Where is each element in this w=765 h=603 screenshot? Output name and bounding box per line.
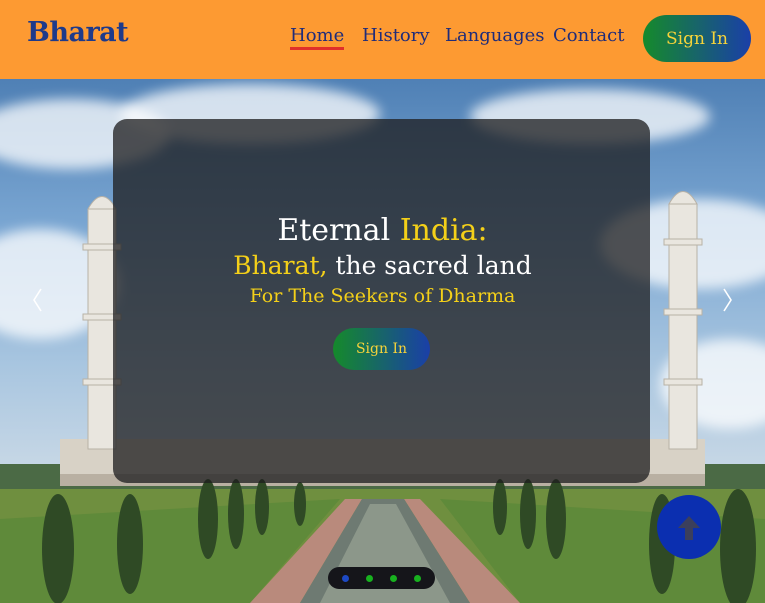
chevron-left-icon[interactable] bbox=[28, 286, 46, 314]
site-logo[interactable]: Bharat bbox=[27, 17, 129, 48]
hero-subtitle-bharat: Bharat, bbox=[233, 251, 328, 280]
scroll-top-button[interactable] bbox=[657, 495, 721, 559]
hero-tagline: For The Seekers of Dharma bbox=[249, 285, 516, 307]
hero-title-eternal: Eternal bbox=[277, 213, 400, 248]
carousel-dot-2[interactable] bbox=[366, 574, 374, 582]
chevron-right-icon[interactable] bbox=[719, 286, 737, 314]
nav-contact[interactable]: Contact bbox=[553, 25, 624, 46]
hero-title-india: India: bbox=[399, 213, 488, 248]
hero-subtitle-rest: the sacred land bbox=[327, 251, 532, 280]
carousel-dot-1[interactable] bbox=[342, 574, 350, 582]
nav-history[interactable]: History bbox=[362, 25, 430, 46]
carousel-indicators bbox=[328, 567, 435, 589]
carousel-dot-4[interactable] bbox=[413, 574, 421, 582]
nav-languages[interactable]: Languages bbox=[445, 25, 545, 46]
hero-signin-button[interactable]: Sign In bbox=[333, 328, 430, 370]
carousel-dot-3[interactable] bbox=[389, 574, 397, 582]
arrow-up-icon bbox=[678, 516, 700, 540]
site-header: Bharat Home History Languages Contact Si… bbox=[0, 0, 765, 79]
hero-subtitle: Bharat, the sacred land bbox=[0, 251, 765, 280]
nav-home[interactable]: Home bbox=[290, 25, 345, 50]
hero-title: Eternal India: bbox=[0, 213, 765, 248]
header-signin-button[interactable]: Sign In bbox=[643, 15, 751, 62]
